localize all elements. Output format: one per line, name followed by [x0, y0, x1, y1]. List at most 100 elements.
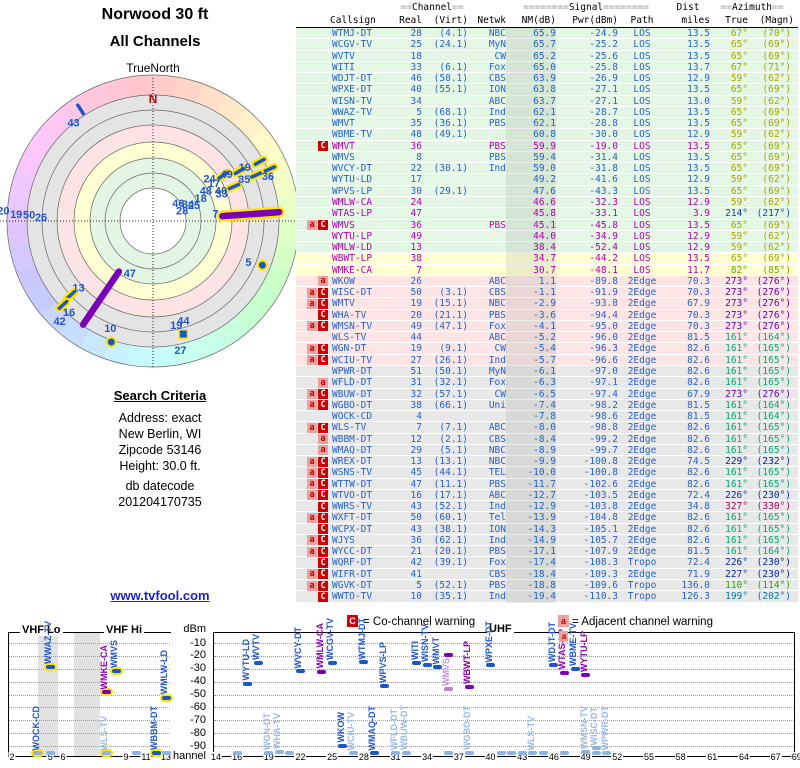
table-row: C WWTO-TV 10 (35.1) Ind -19.4 -110.3 Tropo 126.3…: [296, 591, 798, 603]
table-row: a C WMSN-TV 49 (47.1) Fox -4.1 -95.0 2Edge 70.3 27…: [296, 320, 798, 333]
table-row: C WQRF-DT 42 (39.1) Fox -17.4 -108.3 Tropo 72.4 2…: [296, 557, 798, 569]
uhf-header: UHF: [487, 623, 514, 635]
channel-tick: 13: [159, 752, 173, 762]
co-channel-badge: C: [318, 524, 328, 535]
co-channel-badge: C: [318, 535, 328, 546]
gridline: [9, 733, 170, 735]
callsign-cell: WMAQ-DT: [332, 444, 373, 456]
table-row: a C WISC-DT 50 (3.1) CBS -1.1 -91.9 2Edge 70.3 273…: [296, 287, 798, 299]
table-header-groups: ==Channel== ========Signal======== Dist …: [296, 2, 798, 15]
callsign-cell: WIFR-DT: [332, 568, 373, 580]
gridline: [9, 643, 170, 644]
warning-badges: [296, 208, 330, 219]
adjacent-channel-badge: a: [307, 422, 317, 433]
callsign-cell: WCGV-TV: [332, 39, 373, 51]
radar-channel-label: 19: [10, 209, 22, 221]
warning-badges: [296, 163, 330, 174]
svg-text:TrueNorth: TrueNorth: [126, 61, 180, 75]
table-row: a C WMVS 36 PBS 45.1 -45.8 LOS 13.5 65° (69°): [296, 219, 798, 231]
channel-tick: 34: [421, 752, 434, 762]
channel-tick: 9: [122, 752, 130, 762]
warning-badges: [296, 231, 330, 242]
warning-badges: aC: [296, 535, 330, 546]
callsign-cell: WSNS-TV: [332, 467, 373, 479]
channel-tick: 49: [579, 752, 592, 762]
station-label: WMLW-LD: [159, 650, 169, 695]
dbm-tick-label: -70: [190, 713, 206, 726]
warning-badges: [296, 129, 330, 140]
dbm-tick-label: -20: [190, 649, 206, 662]
adjacent-channel-badge: a: [307, 490, 317, 501]
warning-badges: [296, 39, 330, 50]
co-channel-badge: C: [318, 467, 328, 478]
station-marker: [369, 751, 379, 755]
station-label: WVTV: [251, 634, 262, 661]
callsign-cell: WLS-TV: [332, 422, 367, 434]
dbm-tick-label: -80: [190, 726, 206, 739]
north-indicator: N: [149, 92, 158, 106]
warning-badges: C: [296, 141, 330, 152]
warning-badges: aC: [296, 287, 330, 298]
gridline: [214, 720, 794, 722]
table-row: a WFLD-DT 31 (32.1) Fox -6.3 -97.1 2Edge 82.6 161…: [296, 377, 798, 389]
uhf-panel: [213, 632, 795, 757]
callsign-cell: WWRS-TV: [332, 501, 373, 513]
warning-badges: aC: [296, 580, 330, 591]
callsign-cell: WISC-DT: [332, 287, 373, 299]
callsign-cell: WCPX-DT: [332, 523, 373, 535]
co-channel-badge: C: [318, 569, 328, 580]
channel-tick: 2: [8, 752, 16, 762]
co-channel-badge: C: [318, 546, 328, 557]
dbm-tick-label: -40: [190, 675, 206, 688]
table-row: a C WSNS-TV 45 (44.1) TEL -10.0 -100.8 2Edge 82.6…: [296, 467, 798, 479]
table-row: a C WTVO-DT 16 (17.1) ABC -12.7 -103.5 2Edge 72.4…: [296, 489, 798, 502]
co-channel-badge: C: [318, 490, 328, 501]
callsign-cell: WMLW-LD: [332, 242, 373, 254]
callsign-cell: WVTV: [332, 50, 355, 62]
station-marker: [570, 666, 580, 671]
gridline: [214, 681, 794, 683]
table-row: a C WGBO-DT 38 (66.1) Uni -7.4 -98.2 2Edge 81.5 16…: [296, 399, 798, 412]
callsign-cell: WREX-DT: [332, 456, 373, 468]
channel-tick: 64: [737, 752, 751, 762]
station-marker: [464, 751, 474, 755]
warning-badges: [296, 152, 330, 163]
station-marker: [591, 746, 601, 751]
signal-group-header: ========Signal========: [523, 2, 649, 13]
adjacent-channel-badge: a: [307, 569, 317, 580]
warning-badges: [296, 242, 330, 253]
dbm-tick-label: -50: [190, 688, 206, 700]
callsign-cell: WTVO-DT: [332, 489, 373, 501]
channel-tick: 11: [140, 752, 152, 762]
table-row: WWAZ-TV 5 (68.1) Ind 62.1 -28.7 LOS 13.5 65° (69°…: [296, 106, 798, 119]
station-label: WISN-TV: [420, 624, 431, 663]
radar-channel-label: 42: [53, 316, 65, 328]
station-marker: [264, 751, 274, 755]
radar-channel-label: 35: [238, 174, 250, 186]
gridline: [9, 746, 170, 747]
warning-badges: aC: [296, 321, 330, 332]
adjacent-channel-badge: a: [307, 456, 317, 467]
callsign-cell: WBBM-DT: [332, 433, 373, 445]
gridline: [9, 668, 170, 670]
warning-badges: C: [296, 524, 330, 535]
channel-tick: 37: [452, 752, 465, 762]
co-channel-badge: C: [318, 512, 328, 523]
station-marker: [327, 660, 337, 665]
table-row: a C WYCC-DT 21 (20.1) PBS -17.1 -107.9 2Edge 81.5…: [296, 546, 798, 558]
table-row: a WKOW 26 ABC 1.1 -89.8 2Edge 70.3 273° (276°): [296, 275, 798, 288]
tvfool-link[interactable]: www.tvfool.com: [55, 588, 265, 603]
co-channel-legend-badge: C: [347, 615, 358, 627]
station-marker: [507, 751, 517, 755]
table-row: a C WJYS 36 (62.1) Ind -14.9 -105.7 2Edge 82.6 161…: [296, 534, 798, 547]
station-label: WKOW: [335, 712, 346, 743]
gridline: [9, 681, 170, 683]
table-row: WDJT-DT 46 (58.1) CBS 63.9 -26.9 LOS 12.9 59° (62…: [296, 73, 798, 85]
co-channel-badge: C: [318, 220, 328, 231]
channel-tick: 28: [357, 752, 370, 762]
adjacent-channel-badge: a: [307, 580, 317, 591]
table-row: WTMJ-DT 28 (4.1) NBC 65.9 -24.9 LOS 13.5 67° (70°…: [296, 28, 798, 40]
station-marker: [101, 690, 111, 695]
adjacent-legend-badge: a: [558, 615, 569, 627]
warning-badges: aC: [296, 343, 330, 354]
